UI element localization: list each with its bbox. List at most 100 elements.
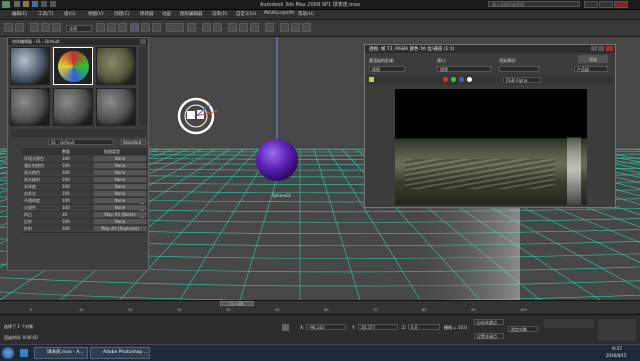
map-row-amount[interactable]: 100 [62,205,70,210]
map-row-amount[interactable]: 30 [62,212,67,217]
new-file-icon[interactable] [14,1,20,7]
x-coord-field[interactable]: -96.243 [306,324,346,330]
select-by-name-icon[interactable] [107,23,116,32]
save-image-icon[interactable] [369,77,374,82]
viewport-dropdown[interactable]: 透视 [437,66,491,72]
layer-manager-icon[interactable] [228,23,237,32]
map-row-amount[interactable]: 100 [62,184,70,189]
scale-icon[interactable] [152,23,161,32]
lock-selection-icon[interactable] [282,324,289,331]
link-icon[interactable] [30,23,39,32]
render-close-button[interactable] [606,46,613,51]
map-row-button[interactable]: None [94,156,146,161]
map-row-amount[interactable]: 100 [62,226,70,231]
map-row-button[interactable]: None [94,177,146,182]
open-file-icon[interactable] [23,1,29,7]
material-type-button[interactable]: Standard [120,139,146,145]
menu-customize[interactable]: 自定义(U) [236,11,256,17]
material-name-field[interactable]: 01 - Default [48,139,114,145]
map-row[interactable]: 光泽度 100 None [22,184,148,191]
pivot-icon[interactable] [187,23,196,32]
mirror-icon[interactable] [202,23,211,32]
render-setup-icon[interactable] [280,23,289,32]
start-button[interactable] [2,347,14,359]
taskbar-task-photoshop[interactable]: Adobe Photoshop ... [90,347,150,359]
sample-slot-2[interactable] [53,47,93,85]
map-row[interactable]: 高光级别 100 None [22,177,148,184]
map-row-button[interactable]: None [94,205,146,210]
map-row[interactable]: 环境光颜色 100 None [22,156,148,163]
red-channel-icon[interactable] [443,77,448,82]
production-dropdown[interactable]: 产品级 [574,66,608,72]
area-to-render-dropdown[interactable]: 视图 [369,66,405,72]
map-row-amount[interactable]: 100 [62,156,70,161]
move-icon[interactable] [130,23,139,32]
minimize-button[interactable] [584,1,598,8]
close-button[interactable] [614,1,628,8]
menu-edit[interactable]: 编辑(E) [12,11,27,17]
sample-slot-6[interactable] [96,88,136,126]
menu-group[interactable]: 组(G) [64,11,76,17]
green-channel-icon[interactable] [451,77,456,82]
map-row[interactable]: 凹凸 30 Map #2 (Noise) [22,212,148,219]
map-row[interactable]: 漫反射颜色 100 None [22,163,148,170]
set-key-button[interactable]: 设置关键点 [474,333,504,339]
auto-key-button[interactable]: 自动关键点 [474,319,504,325]
app-logo-icon[interactable] [2,1,10,8]
render-maximize-button[interactable] [598,46,604,51]
channel-dropdown[interactable]: RGB Alpha [503,77,541,83]
sample-slot-1[interactable] [10,47,50,85]
sphere-object[interactable] [256,139,298,181]
menu-create[interactable]: 创建(C) [114,11,130,17]
time-slider[interactable]: 72 / 100 [220,301,254,306]
render-button[interactable]: 渲染 [578,55,608,63]
save-file-icon[interactable] [32,1,38,7]
sample-slot-4[interactable] [10,88,50,126]
undo-icon[interactable] [41,1,47,7]
selection-filter-dropdown[interactable]: 全部 [66,25,92,32]
search-input[interactable]: 键入关键字或短语 [488,1,580,7]
menu-views[interactable]: 视图(V) [88,11,104,17]
menu-maxscript[interactable]: MAXScript(M) [264,11,295,16]
map-row[interactable]: 自发光 100 None [22,191,148,198]
map-row-button[interactable]: Map #2 (Noise) [94,212,146,217]
map-row-button[interactable]: None [94,219,146,224]
map-row[interactable]: 高光颜色 100 None [22,170,148,177]
material-editor-close-icon[interactable] [140,39,146,44]
y-coord-field[interactable]: 20.377 [358,324,398,330]
maximize-button[interactable] [599,1,613,8]
unlink-icon[interactable] [41,23,50,32]
bind-icon[interactable] [52,23,61,32]
select-object-icon[interactable] [96,23,105,32]
map-row[interactable]: 过滤色 100 None [22,205,148,212]
alpha-channel-icon[interactable] [467,77,472,82]
rect-selection-icon[interactable] [118,23,127,32]
quick-render-icon[interactable] [302,23,311,32]
redo-icon[interactable] [50,1,56,7]
map-row-button[interactable]: Map #4 (Raytrace) [94,226,146,231]
reference-coord-icon[interactable] [166,23,184,32]
timeline[interactable]: 72 / 100 0 10 20 30 40 50 60 70 80 90 100 [0,300,640,315]
menu-tools[interactable]: 工具(T) [38,11,53,17]
map-row[interactable]: 反射 100 None [22,219,148,226]
render-minimize-button[interactable] [591,46,597,51]
map-row-amount[interactable]: 100 [62,191,70,196]
map-row-button[interactable]: None [94,170,146,175]
menu-animation[interactable]: 动画 [162,11,171,17]
map-row[interactable]: 折射 100 Map #4 (Raytrace) [22,226,148,233]
render-preset-dropdown[interactable] [499,66,539,72]
align-icon[interactable] [213,23,222,32]
map-row-button[interactable]: None [94,191,146,196]
key-filter-dropdown[interactable]: 选定对象 [508,326,538,332]
menu-rendering[interactable]: 渲染(R) [212,11,228,17]
redo-button[interactable] [15,23,24,32]
taskbar-task-3dsmax[interactable]: 球表皮.max - A... [34,347,88,359]
map-row-amount[interactable]: 100 [62,170,70,175]
map-row-amount[interactable]: 100 [62,177,70,182]
rotate-icon[interactable] [141,23,150,32]
menu-graph-editors[interactable]: 图形编辑器 [180,11,203,17]
map-row-button[interactable]: None [94,198,146,203]
sample-slot-3[interactable] [96,47,136,85]
map-row-button[interactable]: None [94,184,146,189]
quick-launch-ie-icon[interactable] [20,349,28,357]
